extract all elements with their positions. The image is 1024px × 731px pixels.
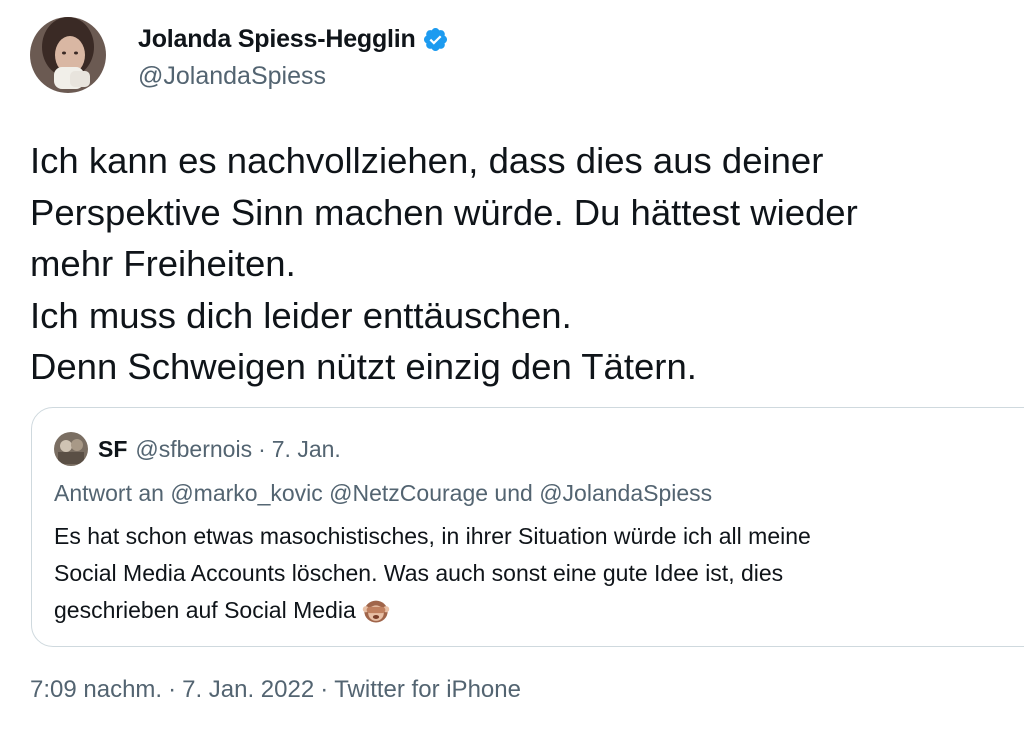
- quoted-text-line-last: geschrieben auf Social Media: [54, 592, 1014, 629]
- reply-to-line: Antwort an @marko_kovic @NetzCourage und…: [54, 480, 713, 506]
- tweet-text-line: Perspektive Sinn machen würde. Du hättes…: [30, 191, 858, 233]
- tweet-card: Jolanda Spiess-Hegglin @JolandaSpiess Ic…: [0, 0, 1024, 731]
- author-info: Jolanda Spiess-Hegglin @JolandaSpiess: [138, 22, 449, 91]
- see-no-evil-monkey-icon: [362, 600, 389, 623]
- quoted-text-line: Es hat schon etwas masochistisches, in i…: [54, 523, 811, 549]
- quoted-profile-photo-avatar: [54, 432, 88, 466]
- quoted-tweet[interactable]: SF @sfbernois · 7. Jan. Antwort an @mark…: [31, 407, 1024, 647]
- tweet-text-line: Denn Schweigen nützt einzig den Tätern.: [30, 346, 697, 387]
- author-avatar[interactable]: [30, 17, 106, 93]
- tweet-time[interactable]: 7:09 nachm.: [30, 676, 162, 703]
- separator-dot: ·: [320, 676, 329, 703]
- tweet-text-line: mehr Freiheiten.: [30, 243, 296, 284]
- quoted-author-name[interactable]: SF: [98, 436, 127, 463]
- author-display-name[interactable]: Jolanda Spiess-Hegglin: [138, 25, 416, 54]
- quoted-tweet-text: Es hat schon etwas masochistisches, in i…: [54, 518, 1014, 629]
- quoted-author-handle[interactable]: @sfbernois: [135, 436, 252, 463]
- tweet-date[interactable]: 7. Jan. 2022: [182, 676, 314, 703]
- quoted-tweet-date[interactable]: 7. Jan.: [272, 436, 341, 463]
- tweet-meta: 7:09 nachm. · 7. Jan. 2022 · Twitter for iPh…: [30, 676, 521, 704]
- quoted-author-avatar[interactable]: [54, 432, 88, 466]
- tweet-text: Ich kann es nachvollziehen, dass dies au…: [30, 135, 1010, 393]
- quoted-tweet-header: SF @sfbernois · 7. Jan.: [54, 432, 341, 466]
- tweet-text-line: Ich kann es nachvollziehen, dass dies au…: [30, 140, 824, 181]
- author-handle[interactable]: @JolandaSpiess: [138, 62, 449, 91]
- tweet-text-line: Ich muss dich leider enttäuschen.: [30, 294, 572, 336]
- profile-photo-avatar: [30, 17, 106, 93]
- verified-badge-icon: [423, 27, 447, 51]
- separator-dot: ·: [258, 435, 266, 462]
- quoted-text-line: geschrieben auf Social Media: [54, 597, 356, 623]
- tweet-source[interactable]: Twitter for iPhone: [334, 676, 521, 703]
- separator-dot: ·: [168, 676, 177, 703]
- quoted-text-line: Social Media Accounts löschen. Was auch …: [54, 560, 784, 586]
